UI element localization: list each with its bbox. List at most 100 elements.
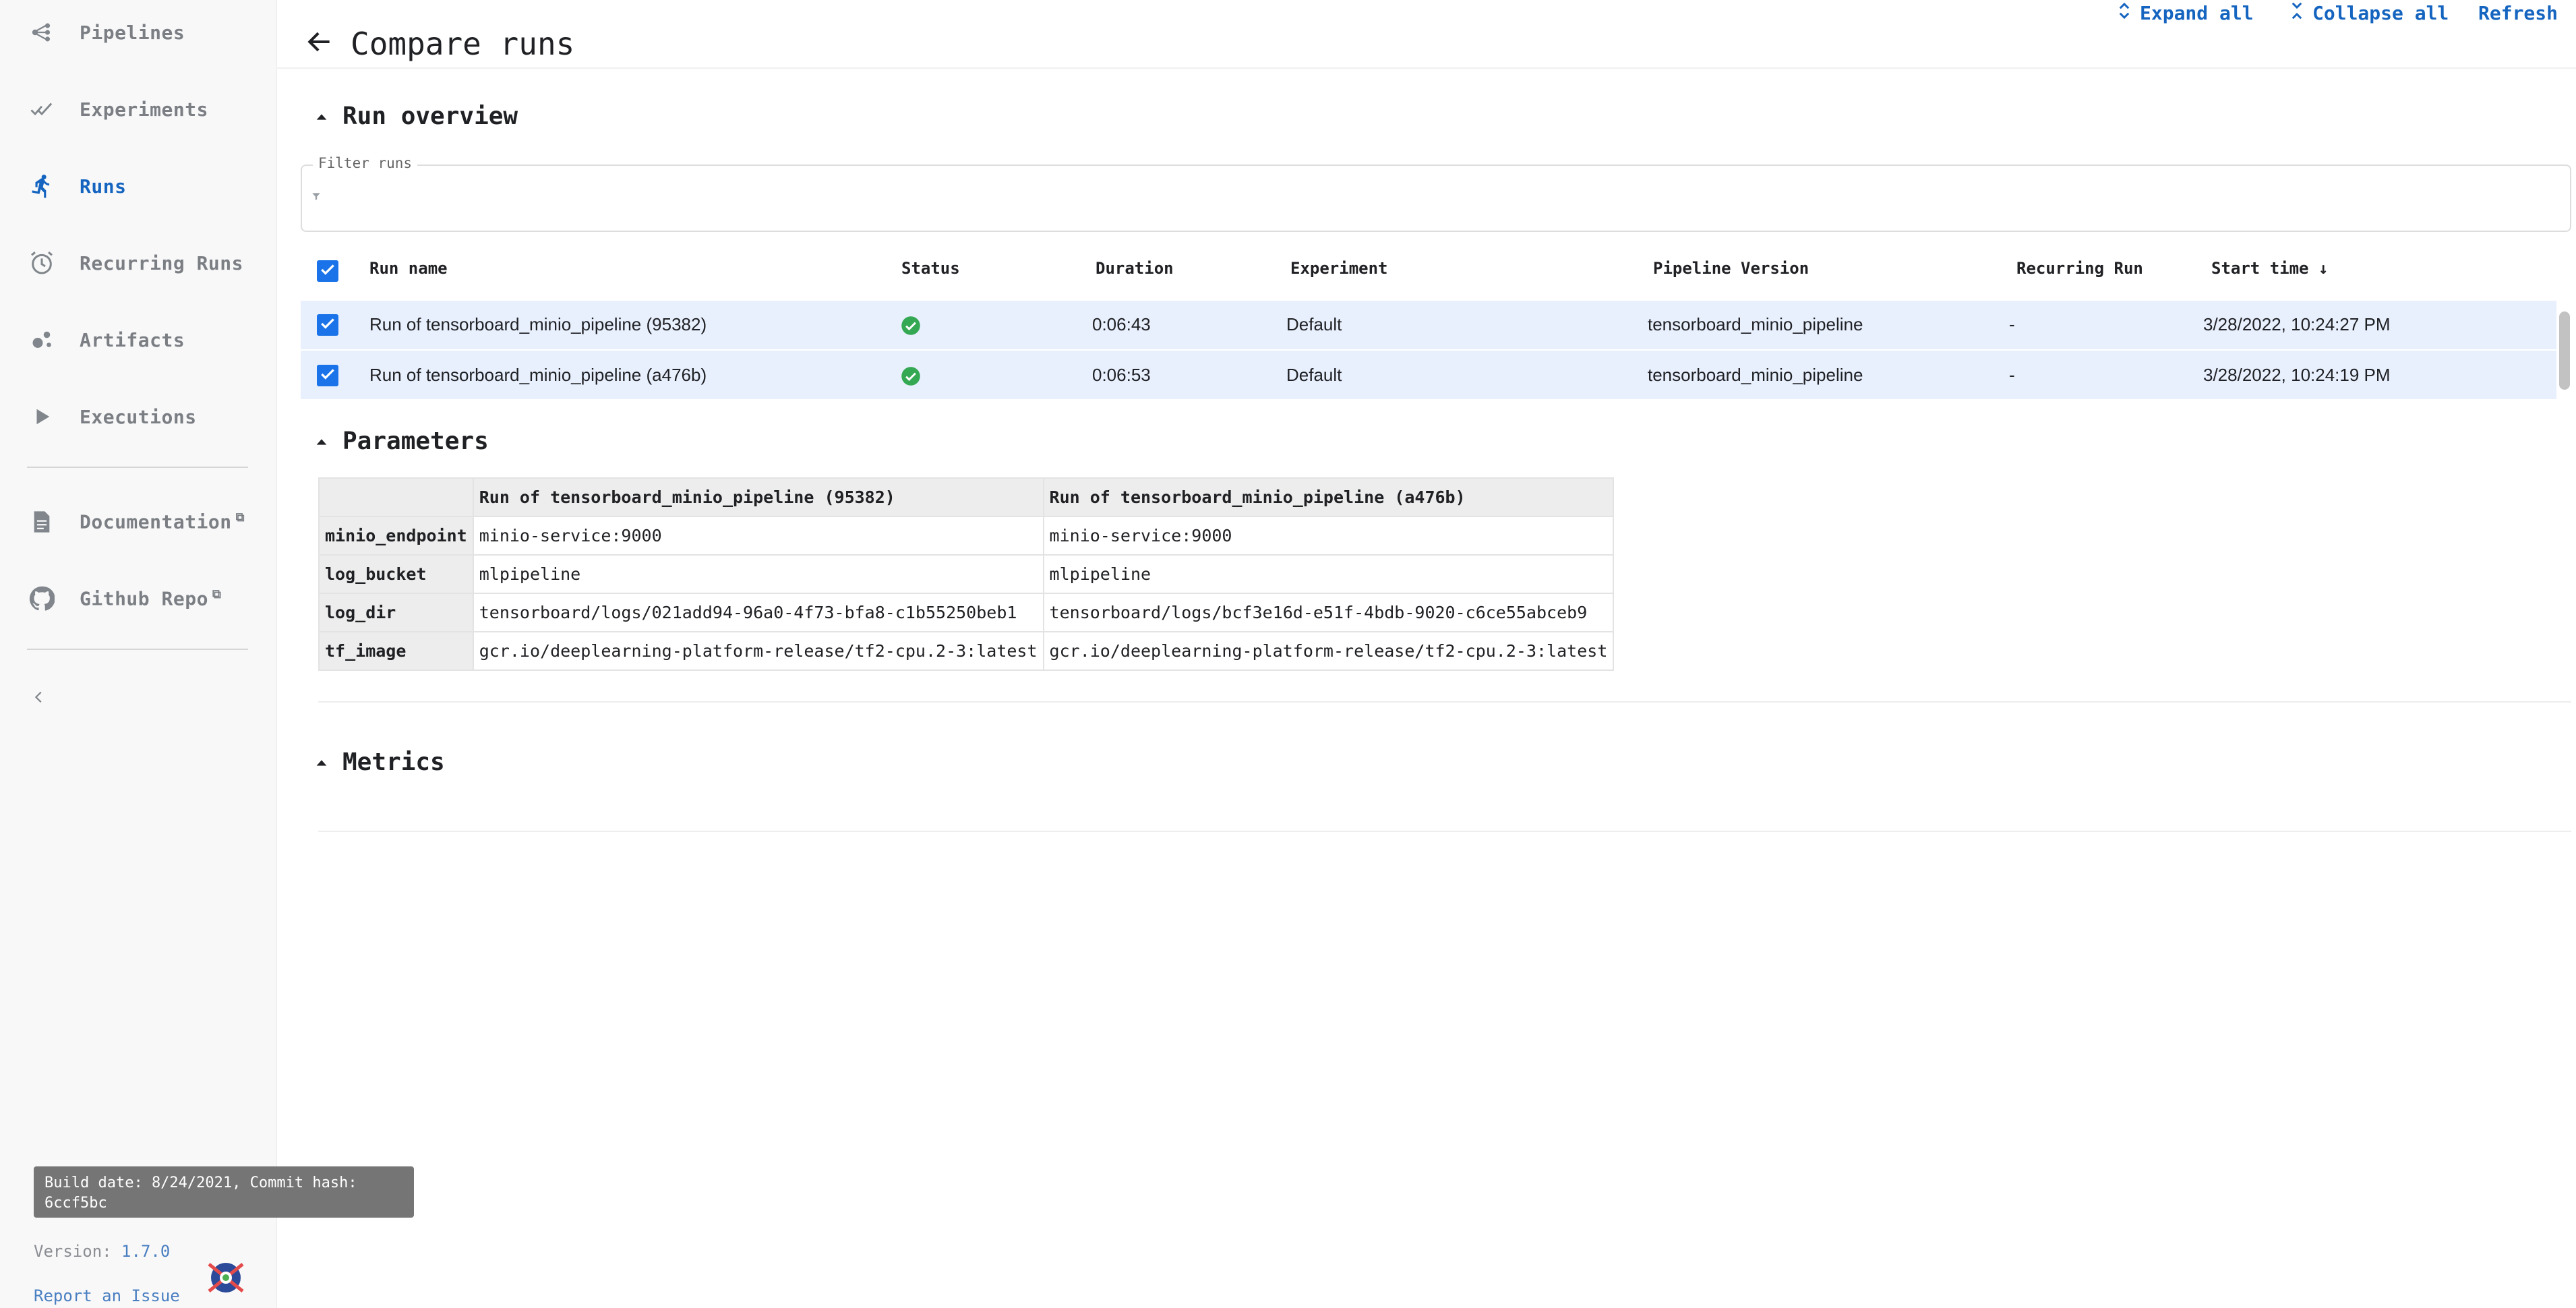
version-label: Version: bbox=[34, 1242, 112, 1261]
artifacts-icon bbox=[27, 325, 57, 355]
recurring-run-cell: - bbox=[2009, 365, 2015, 385]
pipeline-version-link[interactable]: tensorboard_minio_pipeline bbox=[1648, 314, 1863, 335]
parameters-header-row: Run of tensorboard_minio_pipeline (95382… bbox=[318, 477, 1615, 517]
column-header-start-time[interactable]: Start time ↓ bbox=[2211, 259, 2328, 278]
alarm-clock-icon bbox=[27, 248, 57, 278]
sidebar-item-experiments[interactable]: Experiments bbox=[0, 82, 276, 136]
parameter-key: log_bucket bbox=[318, 554, 474, 594]
github-label: Github Repo bbox=[80, 587, 208, 610]
sidebar-item-recurring-runs[interactable]: Recurring Runs bbox=[0, 236, 276, 290]
start-time-label: Start time bbox=[2211, 259, 2309, 278]
sidebar-item-pipelines[interactable]: Pipelines bbox=[0, 5, 276, 59]
parameter-row: minio_endpoint minio-service:9000 minio-… bbox=[318, 516, 1615, 556]
github-icon bbox=[27, 584, 57, 614]
parameter-value: gcr.io/deeplearning-platform-release/tf2… bbox=[472, 631, 1044, 671]
parameters-corner-cell bbox=[318, 477, 474, 517]
parameter-value: tensorboard/logs/021add94-96a0-4f73-bfa8… bbox=[472, 593, 1044, 632]
row-checkbox[interactable] bbox=[317, 365, 338, 386]
sidebar-link-label: Documentation ⧉ bbox=[80, 510, 245, 533]
external-link-icon: ⧉ bbox=[235, 510, 245, 525]
status-succeeded-icon bbox=[901, 316, 920, 335]
table-scrollbar[interactable] bbox=[2559, 311, 2570, 390]
column-header-experiment[interactable]: Experiment bbox=[1290, 259, 1388, 278]
sidebar-item-label: Experiments bbox=[80, 98, 208, 121]
column-header-pipeline-version[interactable]: Pipeline Version bbox=[1653, 259, 1809, 278]
section-divider bbox=[318, 701, 2571, 703]
parameter-value: tensorboard/logs/bcf3e16d-e51f-4bdb-9020… bbox=[1042, 593, 1615, 632]
parameter-row: log_bucket mlpipeline mlpipeline bbox=[318, 554, 1615, 594]
column-header-status[interactable]: Status bbox=[901, 259, 960, 278]
sidebar: Pipelines Experiments Runs Recurring Run… bbox=[0, 0, 414, 1308]
collapse-all-button[interactable]: Collapse all bbox=[2289, 0, 2449, 26]
experiments-icon bbox=[27, 94, 57, 124]
status-succeeded-icon bbox=[901, 367, 920, 386]
version-number[interactable]: 1.7.0 bbox=[121, 1242, 170, 1261]
sidebar-item-artifacts[interactable]: Artifacts bbox=[0, 313, 276, 367]
version-info: Version: 1.7.0 bbox=[34, 1242, 170, 1261]
collapse-arrow-icon bbox=[314, 434, 329, 449]
filter-label: Filter runs bbox=[313, 155, 418, 171]
collapse-sidebar-button[interactable] bbox=[26, 685, 53, 712]
start-time-cell: 3/28/2022, 10:24:27 PM bbox=[2203, 314, 2391, 334]
report-issue-link[interactable]: Report an Issue bbox=[34, 1286, 180, 1305]
run-overview-toggle[interactable]: Run overview bbox=[314, 102, 518, 130]
duration-cell: 0:06:43 bbox=[1092, 314, 1151, 334]
parameter-value: minio-service:9000 bbox=[472, 516, 1044, 556]
build-info: Build date: 8/24/2021, Commit hash: 6ccf… bbox=[34, 1166, 414, 1218]
column-header-duration[interactable]: Duration bbox=[1096, 259, 1174, 278]
column-header-recurring-run[interactable]: Recurring Run bbox=[2016, 259, 2143, 278]
page-title: Compare runs bbox=[351, 26, 575, 62]
sidebar-item-runs[interactable]: Runs bbox=[0, 159, 276, 213]
experiment-link[interactable]: Default bbox=[1286, 314, 1342, 335]
column-header-run-name[interactable]: Run name bbox=[369, 259, 448, 278]
parameters-toggle[interactable]: Parameters bbox=[314, 427, 489, 455]
arrow-back-icon bbox=[305, 32, 334, 59]
sidebar-item-label: Recurring Runs bbox=[80, 251, 244, 274]
recurring-run-cell: - bbox=[2009, 314, 2015, 334]
sidebar-link-github[interactable]: Github Repo ⧉ bbox=[0, 572, 276, 626]
sidebar-divider bbox=[27, 467, 248, 468]
run-name-link[interactable]: Run of tensorboard_minio_pipeline (a476b… bbox=[369, 365, 707, 386]
parameters-table: Run of tensorboard_minio_pipeline (95382… bbox=[318, 477, 1615, 671]
run-overview-title: Run overview bbox=[342, 102, 518, 130]
sort-desc-icon: ↓ bbox=[2318, 259, 2329, 278]
metrics-toggle[interactable]: Metrics bbox=[314, 748, 445, 776]
parameters-column-header: Run of tensorboard_minio_pipeline (a476b… bbox=[1042, 477, 1615, 517]
section-divider bbox=[318, 831, 2571, 832]
check-icon bbox=[319, 261, 336, 282]
experiment-link[interactable]: Default bbox=[1286, 365, 1342, 386]
duration-cell: 0:06:53 bbox=[1092, 365, 1151, 385]
parameter-key: minio_endpoint bbox=[318, 516, 474, 556]
sidebar-item-label: Pipelines bbox=[80, 21, 185, 44]
filter-runs-input[interactable] bbox=[310, 182, 2538, 217]
parameter-value: mlpipeline bbox=[1042, 554, 1615, 594]
parameter-value: gcr.io/deeplearning-platform-release/tf2… bbox=[1042, 631, 1615, 671]
metrics-title: Metrics bbox=[342, 748, 445, 776]
parameter-key: tf_image bbox=[318, 631, 474, 671]
back-button[interactable] bbox=[305, 27, 337, 59]
sidebar-item-label: Executions bbox=[80, 405, 197, 428]
pipeline-version-link[interactable]: tensorboard_minio_pipeline bbox=[1648, 365, 1863, 386]
select-all-checkbox[interactable] bbox=[317, 260, 338, 282]
sidebar-link-documentation[interactable]: Documentation ⧉ bbox=[0, 495, 276, 549]
parameter-value: mlpipeline bbox=[472, 554, 1044, 594]
run-name-link[interactable]: Run of tensorboard_minio_pipeline (95382… bbox=[369, 314, 707, 335]
unfold-more-icon bbox=[2117, 1, 2140, 26]
external-link-icon: ⧉ bbox=[212, 587, 222, 602]
start-time-cell: 3/28/2022, 10:24:19 PM bbox=[2203, 365, 2391, 385]
collapse-all-label: Collapse all bbox=[2312, 1, 2449, 24]
sidebar-item-label: Artifacts bbox=[80, 328, 185, 351]
sidebar-divider bbox=[27, 649, 248, 650]
sidebar-item-executions[interactable]: Executions bbox=[0, 390, 276, 444]
runs-icon bbox=[27, 171, 57, 201]
row-checkbox[interactable] bbox=[317, 314, 338, 336]
unfold-less-icon bbox=[2289, 1, 2312, 26]
pipelines-icon bbox=[27, 18, 57, 47]
check-icon bbox=[319, 315, 336, 336]
sidebar-link-label: Github Repo ⧉ bbox=[80, 587, 221, 610]
refresh-button[interactable]: Refresh bbox=[2478, 0, 2558, 26]
parameters-title: Parameters bbox=[342, 427, 489, 455]
kubeflow-logo-icon bbox=[202, 1254, 249, 1301]
expand-all-button[interactable]: Expand all bbox=[2117, 0, 2254, 26]
expand-all-label: Expand all bbox=[2140, 1, 2254, 24]
